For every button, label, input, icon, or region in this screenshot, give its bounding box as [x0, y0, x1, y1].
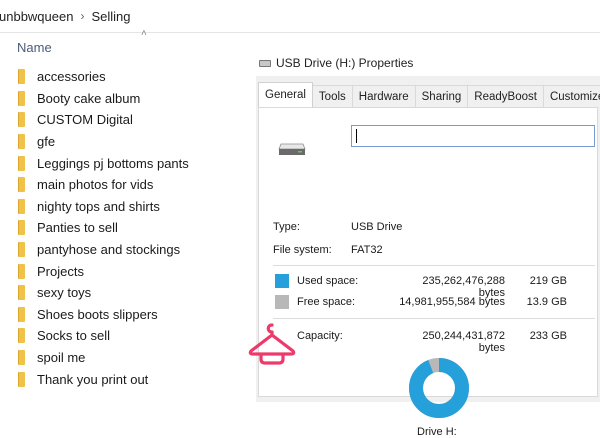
breadcrumb-current[interactable]: Selling — [91, 9, 130, 24]
general-panel: Type: USB Drive File system: FAT32 Used … — [258, 107, 598, 438]
breadcrumb: unbbwqueen › Selling — [0, 0, 600, 33]
folder-item[interactable]: CUSTOM Digital — [18, 109, 189, 131]
text-caret — [356, 129, 357, 143]
folder-icon — [18, 350, 25, 366]
capacity-gb: 233 GB — [529, 330, 567, 342]
folder-item[interactable]: Shoes boots slippers — [18, 304, 189, 326]
folder-icon — [18, 112, 25, 128]
folder-name: main photos for vids — [37, 177, 154, 193]
tab-general[interactable]: General — [258, 82, 313, 107]
folder-name: Leggings pj bottoms pants — [37, 155, 189, 171]
tab-readyboost[interactable]: ReadyBoost — [467, 85, 544, 107]
drive-name-input[interactable] — [351, 125, 595, 147]
file-system-value: FAT32 — [351, 244, 383, 256]
tab-hardware[interactable]: Hardware — [351, 85, 416, 107]
folder-item[interactable]: pantyhose and stockings — [18, 239, 189, 261]
folder-icon — [18, 90, 25, 106]
tab-tools[interactable]: Tools — [311, 85, 353, 107]
folder-item[interactable]: Projects — [18, 260, 189, 282]
divider — [273, 265, 595, 266]
folder-icon — [18, 306, 25, 322]
folder-name: gfe — [37, 134, 56, 150]
folder-item[interactable]: Panties to sell — [18, 217, 189, 239]
tab-strip: General Tools Hardware Sharing ReadyBoost Cus… — [258, 82, 600, 107]
folder-item[interactable]: main photos for vids — [18, 174, 189, 196]
folder-icon — [18, 328, 25, 344]
folder-name: Socks to sell — [37, 328, 110, 344]
folder-name: sexy toys — [37, 285, 92, 301]
folder-icon — [18, 263, 25, 279]
folder-icon — [18, 198, 25, 214]
folder-name: Booty cake album — [37, 90, 141, 106]
free-space-gb: 13.9 GB — [526, 296, 567, 308]
folder-icon — [18, 242, 25, 258]
folder-item[interactable]: Leggings pj bottoms pants — [18, 152, 189, 174]
used-space-swatch — [275, 274, 289, 288]
properties-dialog: USB Drive (H:) Properties General Tools Ha… — [256, 50, 600, 438]
folder-list: accessories Booty cake album CUSTOM Digita… — [18, 66, 189, 390]
folder-item[interactable]: Thank you print out — [18, 368, 189, 390]
folder-item[interactable]: Socks to sell — [18, 325, 189, 347]
used-space-label: Used space: — [297, 275, 359, 287]
folder-name: Projects — [37, 263, 84, 279]
folder-icon — [18, 177, 25, 193]
folder-icon — [18, 69, 25, 85]
folder-item[interactable]: spoil me — [18, 347, 189, 369]
folder-name: Shoes boots slippers — [37, 306, 158, 322]
folder-name: spoil me — [37, 350, 86, 366]
usb-drive-icon — [259, 59, 271, 67]
disk-usage-chart — [409, 358, 469, 418]
free-space-swatch — [275, 295, 289, 309]
folder-icon — [18, 134, 25, 150]
breadcrumb-separator-icon: › — [80, 9, 85, 23]
used-space-ring — [409, 358, 469, 418]
folder-name: Panties to sell — [37, 220, 118, 236]
folder-name: Thank you print out — [37, 371, 149, 387]
type-value: USB Drive — [351, 221, 403, 233]
free-space-bytes: 14,981,955,584 bytes — [399, 296, 505, 308]
capacity-label: Capacity: — [297, 330, 343, 342]
column-header-name[interactable]: Name — [17, 40, 52, 55]
dialog-title: USB Drive (H:) Properties — [276, 56, 414, 70]
divider — [273, 318, 595, 319]
folder-name: pantyhose and stockings — [37, 242, 181, 258]
tab-sharing[interactable]: Sharing — [414, 85, 469, 107]
drive-label: Drive H: — [417, 426, 457, 438]
folder-item[interactable]: gfe — [18, 131, 189, 153]
folder-item[interactable]: sexy toys — [18, 282, 189, 304]
free-space-label: Free space: — [297, 296, 356, 308]
hanger-icon — [248, 323, 296, 365]
folder-name: CUSTOM Digital — [37, 112, 133, 128]
tab-customize[interactable]: Customize — [542, 85, 600, 107]
folder-icon — [18, 155, 25, 171]
dialog-titlebar[interactable]: USB Drive (H:) Properties — [256, 50, 600, 76]
folder-item[interactable]: accessories — [18, 66, 189, 88]
folder-item[interactable]: Booty cake album — [18, 88, 189, 110]
file-system-label: File system: — [273, 244, 332, 256]
folder-item[interactable]: nighty tops and shirts — [18, 196, 189, 218]
type-label: Type: — [273, 221, 300, 233]
sort-arrow-icon: ˄ — [141, 28, 147, 39]
capacity-bytes: 250,244,431,872 bytes — [422, 330, 505, 354]
folder-name: accessories — [37, 69, 106, 85]
folder-icon — [18, 285, 25, 301]
folder-icon — [18, 371, 25, 387]
used-space-gb: 219 GB — [529, 275, 567, 287]
drive-icon — [278, 143, 306, 155]
breadcrumb-parent[interactable]: unbbwqueen — [0, 9, 73, 24]
folder-icon — [18, 220, 25, 236]
folder-name: nighty tops and shirts — [37, 198, 160, 214]
